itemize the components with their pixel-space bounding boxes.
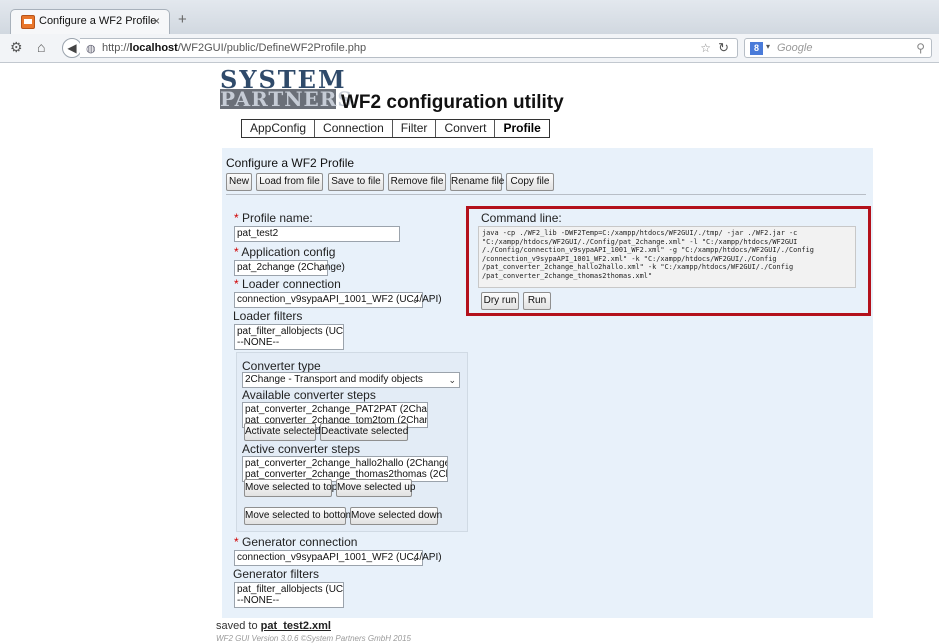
rename-file-button[interactable]: Rename file <box>450 173 504 191</box>
panel-heading: Configure a WF2 Profile <box>226 156 355 170</box>
menu-item-appconfig[interactable]: AppConfig <box>242 120 316 137</box>
loader-filters-list[interactable]: pat_filter_allobjects (UC4) --NONE-- <box>234 324 344 350</box>
address-bar[interactable]: ◍ http://localhost/WF2GUI/public/DefineW… <box>80 38 738 58</box>
list-item[interactable]: pat_filter_allobjects (UC4) <box>237 326 343 337</box>
menu-item-convert[interactable]: Convert <box>436 120 496 137</box>
generator-connection-label: * Generator connection <box>234 535 358 549</box>
divider <box>226 194 866 195</box>
search-icon[interactable]: ⚲ <box>916 41 925 55</box>
menu-item-connection[interactable]: Connection <box>315 120 393 137</box>
move-to-bottom-button[interactable]: Move selected to bottom <box>244 507 354 525</box>
highlight-frame <box>466 206 871 316</box>
list-item[interactable]: --NONE-- <box>237 595 341 606</box>
move-up-button[interactable]: Move selected up <box>336 479 415 497</box>
active-steps-label: Active converter steps <box>242 442 361 456</box>
chevron-down-icon: ⌄ <box>316 263 324 273</box>
saved-file-link[interactable]: pat_test2.xml <box>261 620 331 632</box>
generator-filters-label: Generator filters <box>233 567 320 581</box>
loader-connection-label: * Loader connection <box>234 277 341 291</box>
google-search-engine-icon[interactable]: 8 <box>750 42 763 55</box>
saved-status: saved to pat_test2.xml <box>216 620 331 632</box>
remove-file-button[interactable]: Remove file <box>388 173 446 191</box>
version-footer: WF2 GUI Version 3.0.6 ©System Partners G… <box>216 634 411 643</box>
reload-icon[interactable]: ↻ <box>718 40 729 56</box>
browser-tab[interactable]: Configure a WF2 Profile × <box>10 9 170 34</box>
list-item[interactable]: --NONE-- <box>237 337 341 348</box>
loader-connection-select[interactable]: connection_v9sypaAPI_1001_WF2 (UC4/API) ⌄ <box>234 292 442 308</box>
profile-name-input[interactable]: pat_test2 <box>234 226 400 242</box>
search-placeholder: Google <box>777 42 813 54</box>
page-favicon-icon <box>21 15 35 29</box>
converter-type-label: Converter type <box>242 359 321 373</box>
close-tab-icon[interactable]: × <box>153 14 160 28</box>
page-title: WF2 configuration utility <box>341 92 564 113</box>
bookmark-star-icon[interactable]: ☆ <box>700 41 711 55</box>
loader-filters-label: Loader filters <box>233 309 303 323</box>
tab-title: Configure a WF2 Profile <box>39 15 157 27</box>
deactivate-selected-button[interactable]: Deactivate selected <box>320 423 408 441</box>
url-text: http://localhost/WF2GUI/public/DefineWF2… <box>102 42 367 54</box>
move-down-button[interactable]: Move selected down <box>350 507 442 525</box>
list-item[interactable]: pat_filter_allobjects (UC4) <box>237 584 343 595</box>
new-tab-icon[interactable]: + <box>178 12 187 27</box>
chevron-down-icon: ⌄ <box>411 295 419 305</box>
tools-icon[interactable]: ⚙ <box>10 39 23 56</box>
chevron-down-icon: ⌄ <box>411 553 419 563</box>
logo-line-2: PARTNERS <box>220 87 353 111</box>
generator-connection-select[interactable]: connection_v9sypaAPI_1001_WF2 (UC4/API) ⌄ <box>234 550 442 566</box>
chevron-down-icon: ⌄ <box>448 375 456 385</box>
generator-filters-list[interactable]: pat_filter_allobjects (UC4) --NONE-- <box>234 582 344 608</box>
menu-item-filter[interactable]: Filter <box>393 120 437 137</box>
list-item[interactable]: pat_converter_2change_hallo2hallo (2Chan… <box>245 458 447 469</box>
home-icon[interactable]: ⌂ <box>37 39 45 55</box>
new-button[interactable]: New <box>226 173 252 191</box>
application-config-select[interactable]: pat_2change (2Change) ⌄ <box>234 260 345 276</box>
search-bar[interactable]: 8 ▾ Google ⚲ <box>744 38 932 58</box>
browser-nav-bar: ⚙ ⌂ ◀ ◍ http://localhost/WF2GUI/public/D… <box>0 34 939 63</box>
load-from-file-button[interactable]: Load from file <box>256 173 323 191</box>
system-partners-logo: SYSTEM PARTNERS <box>220 68 353 111</box>
profile-name-label: * Profile name: <box>234 211 313 225</box>
activate-selected-button[interactable]: Activate selected <box>244 423 321 441</box>
application-config-label: * Application config <box>234 245 336 259</box>
copy-file-button[interactable]: Copy file <box>506 173 554 191</box>
move-to-top-button[interactable]: Move selected to top <box>244 479 337 497</box>
list-item[interactable]: pat_converter_2change_PAT2PAT (2Change) <box>245 404 427 415</box>
converter-type-select[interactable]: 2Change - Transport and modify objects ⌄ <box>242 372 460 388</box>
back-arrow-icon[interactable]: ◀ <box>62 38 82 58</box>
save-to-file-button[interactable]: Save to file <box>328 173 384 191</box>
available-steps-label: Available converter steps <box>242 388 376 402</box>
engine-dropdown-icon[interactable]: ▾ <box>766 42 770 51</box>
menu-item-profile[interactable]: Profile <box>495 120 548 137</box>
browser-tab-bar: Configure a WF2 Profile × + <box>0 0 939 34</box>
main-menu: AppConfig Connection Filter Convert Prof… <box>241 119 550 138</box>
globe-icon: ◍ <box>86 43 96 55</box>
